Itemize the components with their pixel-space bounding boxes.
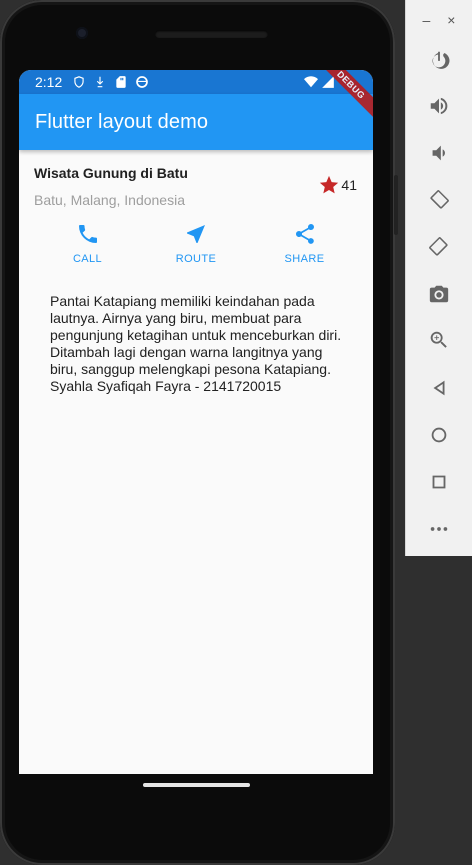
volume-up-button[interactable] bbox=[427, 94, 451, 118]
overview-button[interactable] bbox=[427, 470, 451, 494]
near-me-icon bbox=[187, 225, 205, 243]
home-icon bbox=[431, 427, 447, 443]
share-label: SHARE bbox=[284, 253, 325, 265]
rotate-left-button[interactable] bbox=[427, 188, 451, 212]
place-location: Batu, Malang, Indonesia bbox=[34, 192, 185, 208]
share-button[interactable]: SHARE bbox=[265, 222, 345, 265]
route-label: ROUTE bbox=[175, 253, 217, 265]
shield-icon bbox=[74, 76, 84, 88]
download-icon bbox=[97, 76, 104, 88]
more-icon bbox=[430, 527, 448, 531]
home-gesture-bar[interactable] bbox=[143, 783, 250, 787]
minimize-button[interactable]: – bbox=[423, 12, 431, 28]
volume-down-icon bbox=[432, 145, 445, 161]
rotate-right-button[interactable] bbox=[427, 235, 451, 259]
zoom-button[interactable] bbox=[427, 328, 451, 352]
place-name: Wisata Gunung di Batu bbox=[34, 165, 188, 181]
power-button[interactable] bbox=[427, 48, 451, 72]
more-button[interactable] bbox=[427, 517, 451, 541]
call-button[interactable]: CALL bbox=[48, 222, 128, 265]
back-button[interactable] bbox=[427, 376, 451, 400]
camera-icon bbox=[429, 285, 449, 303]
screenshot-button[interactable] bbox=[427, 282, 451, 306]
close-button[interactable]: × bbox=[447, 12, 455, 28]
star-icon bbox=[320, 175, 339, 194]
button-section: CALL ROUTE SHARE bbox=[19, 222, 373, 265]
volume-down-button[interactable] bbox=[427, 141, 451, 165]
wifi-icon bbox=[304, 76, 318, 88]
earpiece-speaker bbox=[155, 30, 268, 38]
route-button[interactable]: ROUTE bbox=[156, 222, 236, 265]
phone-frame: 2:12 Flutter layout demo DEBUG Wisata Gu… bbox=[0, 0, 398, 865]
device-screen: 2:12 Flutter layout demo DEBUG Wisata Gu… bbox=[19, 70, 373, 774]
front-camera bbox=[76, 27, 88, 39]
zoom-icon bbox=[430, 331, 447, 348]
status-time: 2:12 bbox=[35, 74, 63, 90]
overview-icon bbox=[432, 475, 446, 489]
status-right-icons bbox=[304, 75, 335, 89]
page-content: Wisata Gunung di Batu Batu, Malang, Indo… bbox=[19, 150, 373, 395]
face-icon bbox=[136, 76, 149, 88]
app-bar-title: Flutter layout demo bbox=[35, 110, 209, 133]
sd-card-icon bbox=[116, 76, 126, 88]
status-bar: 2:12 bbox=[19, 70, 373, 94]
emulator-window: 2:12 Flutter layout demo DEBUG Wisata Gu… bbox=[0, 0, 472, 865]
call-icon bbox=[78, 225, 97, 243]
call-label: CALL bbox=[72, 253, 103, 265]
title-text-group: Wisata Gunung di Batu Batu, Malang, Indo… bbox=[34, 164, 318, 208]
power-icon bbox=[432, 51, 450, 69]
volume-up-icon bbox=[430, 97, 448, 115]
share-icon bbox=[295, 224, 314, 244]
description-text: Pantai Katapiang memiliki keindahan pada… bbox=[50, 293, 342, 394]
home-button[interactable] bbox=[427, 423, 451, 447]
rotate-left-icon bbox=[430, 190, 449, 209]
rating: 41 bbox=[318, 174, 357, 196]
app-bar: Flutter layout demo bbox=[19, 94, 373, 150]
power-key bbox=[394, 175, 398, 235]
rotate-right-icon bbox=[429, 237, 448, 256]
toolbar-window-controls: – × bbox=[406, 0, 472, 28]
title-section: Wisata Gunung di Batu Batu, Malang, Indo… bbox=[19, 150, 373, 208]
back-icon bbox=[433, 380, 445, 396]
emulator-toolbar: – × bbox=[405, 0, 472, 556]
rating-count: 41 bbox=[341, 177, 357, 193]
